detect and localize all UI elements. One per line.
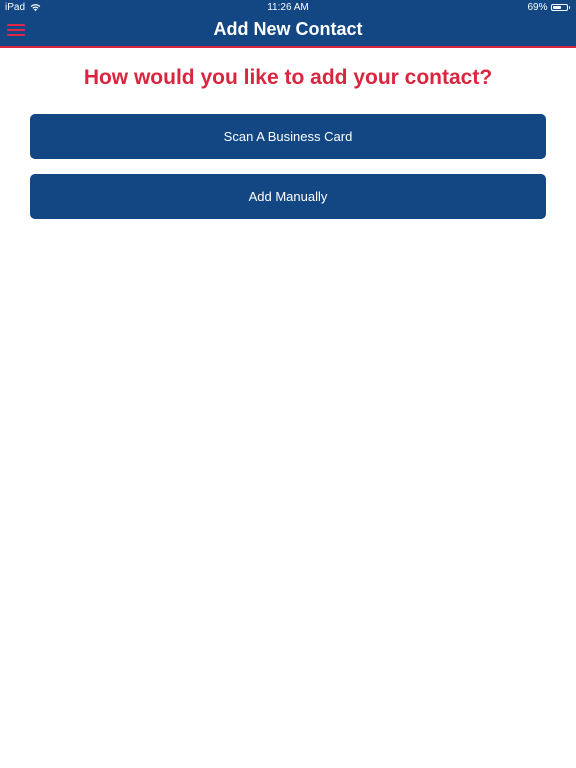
battery-fill	[552, 6, 562, 9]
status-bar: iPad 11:26 AM 69%	[0, 0, 576, 15]
nav-bar: Add New Contact	[0, 15, 576, 48]
add-contact-prompt: How would you like to add your contact?	[83, 66, 493, 89]
add-manually-button[interactable]: Add Manually	[30, 174, 546, 219]
page-title: Add New Contact	[213, 19, 363, 39]
scan-business-card-button[interactable]: Scan A Business Card	[30, 114, 546, 159]
battery-tip	[568, 6, 570, 9]
status-time: 11:26 AM	[267, 2, 309, 13]
status-right: 69%	[527, 0, 570, 15]
battery-icon	[550, 4, 568, 11]
battery-percent: 69%	[527, 2, 548, 13]
